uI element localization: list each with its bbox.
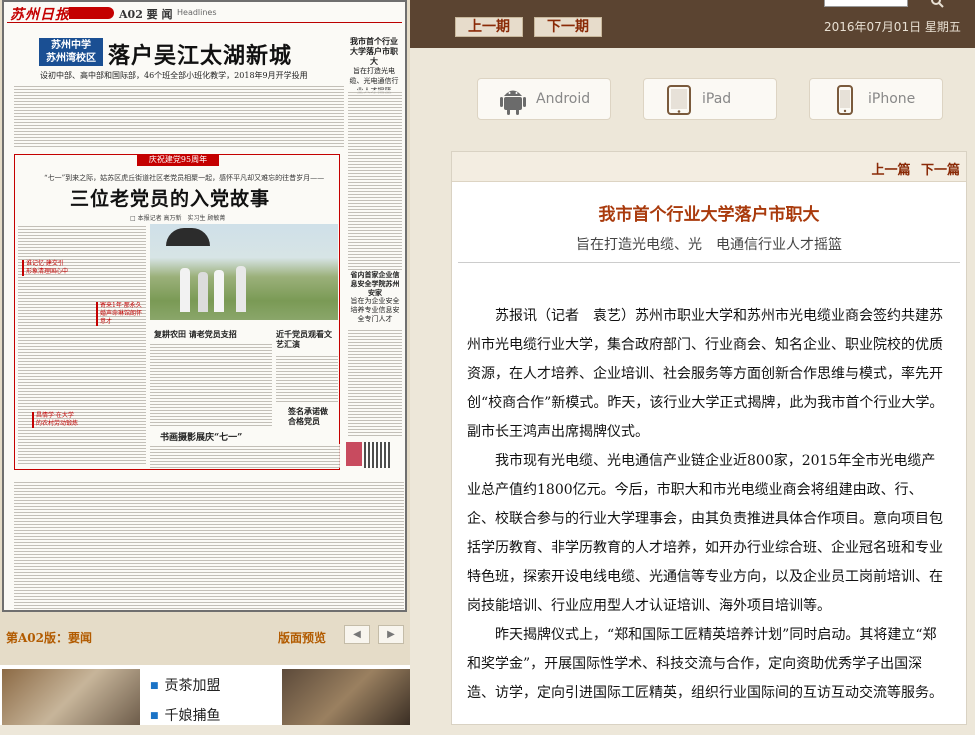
feature-byline: □ 本报记者 高万新 实习生 顾敏菁: [130, 215, 226, 222]
ipad-icon: [667, 85, 691, 115]
text-block: [14, 480, 404, 610]
feature-banner: 庆祝建党95周年: [137, 154, 219, 166]
left-panel: 苏州日报 A02 要 闻 Headlines 苏州中学 苏州湾校区 落户吴江太湖…: [0, 0, 410, 725]
preview-label: 版面预览: [278, 631, 327, 645]
side-story-title: 我市首个行业大学落户市职大: [350, 36, 398, 66]
search-icon[interactable]: [930, 0, 944, 8]
prev-article-link[interactable]: 上一篇: [871, 163, 910, 178]
text-block: [150, 444, 340, 468]
article-title: 我市首个行业大学落户市职大: [598, 205, 820, 225]
article-paragraph: 苏报讯（记者 袁艺）苏州市职业大学和苏州市光电缆业商会签约共建苏州市光电缆行业大…: [467, 308, 944, 440]
person-shape: [236, 266, 246, 312]
qr-code: [364, 442, 390, 468]
page-masthead: 苏州日报 A02 要 闻 Headlines: [7, 3, 402, 23]
lead-headline[interactable]: 落户吴江太湖新城: [108, 38, 292, 70]
sub-heading[interactable]: 复耕农田 请老党员支招: [154, 329, 237, 340]
prev-page-button[interactable]: ◀: [344, 625, 370, 644]
divider: [458, 262, 960, 263]
next-issue-button[interactable]: 下一期: [534, 17, 602, 37]
sub-heading[interactable]: 签名承诺做合格党员: [288, 406, 328, 426]
person-shape: [180, 268, 190, 312]
text-block: [150, 342, 272, 426]
side-story[interactable]: 我市首个行业大学落户市职大 旨在打造光电缆、光电通信行业人才摇篮: [347, 36, 401, 96]
ad-image: [346, 442, 362, 466]
search-input[interactable]: [824, 0, 908, 7]
right-ad[interactable]: 省内首家企业信息安全学院苏州安家 旨在为企业安全培养专业信息安全专门人才: [348, 270, 402, 324]
android-label: Android: [536, 91, 591, 107]
right-ad-sub: 旨在为企业安全培养专业信息安全专门人才: [350, 297, 400, 323]
lead-subhead: 设初中部、高中部和国际部，46个班全部小班化教学，2018年9月开学投用: [40, 71, 308, 80]
next-article-link[interactable]: 下一篇: [921, 163, 960, 178]
section-label-en: Headlines: [177, 8, 217, 17]
callout: 谁记忆·建交引 形象清理国心中: [22, 260, 70, 276]
news-item[interactable]: 千娘捕鱼: [150, 705, 221, 725]
iphone-label: iPhone: [868, 91, 916, 107]
callout: 昌情学·在大学 的农村劳动锻炼: [32, 412, 80, 428]
news-item[interactable]: 贡茶加盟: [150, 675, 221, 695]
text-block: [348, 90, 402, 270]
news-thumbnail[interactable]: [2, 669, 140, 725]
ipad-button[interactable]: iPad: [643, 78, 777, 120]
news-thumbnail[interactable]: [282, 669, 410, 725]
article-paragraph: 昨天揭牌仪式上，“郑和国际工匠精英培养计划”同时启动。其将建立“郑和奖学金”，开…: [467, 627, 943, 701]
article-header: 上一篇 下一篇: [452, 152, 966, 182]
article-nav: 上一篇 下一篇: [865, 159, 960, 178]
android-icon: [500, 90, 526, 115]
ipad-label: iPad: [702, 91, 732, 107]
sub-heading[interactable]: 书画摄影展庆“七一”: [160, 430, 242, 443]
feature-kicker: “七一”到来之际，姑苏区虎丘街道社区老党员相聚一起，感怀平凡却又难忘的往昔岁月—…: [44, 174, 325, 182]
text-block: [276, 354, 338, 404]
person-shape: [214, 270, 224, 312]
iphone-button[interactable]: iPhone: [809, 78, 943, 120]
newspaper-page: 苏州日报 A02 要 闻 Headlines 苏州中学 苏州湾校区 落户吴江太湖…: [4, 2, 405, 610]
prev-issue-button[interactable]: 上一期: [455, 17, 523, 37]
related-news: 贡茶加盟 千娘捕鱼: [0, 665, 410, 725]
top-bar: 上一期 下一期 2016年07月01日 星期五: [410, 0, 975, 48]
app-download-area: Android iPad iPhone: [410, 48, 975, 148]
text-block: [348, 328, 402, 438]
issue-date: 2016年07月01日 星期五: [824, 20, 961, 34]
news-list: 贡茶加盟 千娘捕鱼: [150, 675, 221, 735]
person-shape: [198, 272, 208, 312]
section-label: A02 要 闻: [119, 8, 173, 21]
article-paragraph: 我市现有光电缆、光电通信产业链企业近800家，2015年全市光电缆产业总产值约1…: [467, 453, 943, 614]
edition-label: 第A02版：要闻: [6, 631, 93, 645]
umbrella-shape: [166, 228, 210, 246]
iphone-icon: [837, 85, 853, 115]
newspaper-logo: 苏州日报: [10, 7, 70, 23]
article-panel: 上一篇 下一篇 我市首个行业大学落户市职大 旨在打造光电缆、光 电通信行业人才摇…: [451, 151, 967, 725]
right-ad-title: 省内首家企业信息安全学院苏州安家: [350, 270, 400, 297]
logo-bar: [69, 7, 114, 19]
feature-photo[interactable]: [150, 224, 338, 320]
page-footer: 第A02版：要闻 版面预览 ◀ ▶: [6, 625, 406, 645]
article-subtitle: 旨在打造光电缆、光 电通信行业人才摇篮: [576, 237, 842, 253]
story-tag[interactable]: 苏州中学 苏州湾校区: [39, 38, 103, 66]
android-button[interactable]: Android: [477, 78, 611, 120]
feature-headline[interactable]: 三位老党员的入党故事: [70, 184, 270, 211]
callout: 寄来1年·那永久 婚声命琳馆朗怀意才: [96, 302, 144, 326]
text-block: [14, 84, 344, 148]
article-body: 苏报讯（记者 袁艺）苏州市职业大学和苏州市光电缆业商会签约共建苏州市光电缆行业大…: [467, 302, 947, 708]
next-page-button[interactable]: ▶: [378, 625, 404, 644]
sub-heading[interactable]: 近千党员观看文艺汇演: [276, 329, 336, 349]
newspaper-page-preview[interactable]: 苏州日报 A02 要 闻 Headlines 苏州中学 苏州湾校区 落户吴江太湖…: [2, 0, 407, 612]
